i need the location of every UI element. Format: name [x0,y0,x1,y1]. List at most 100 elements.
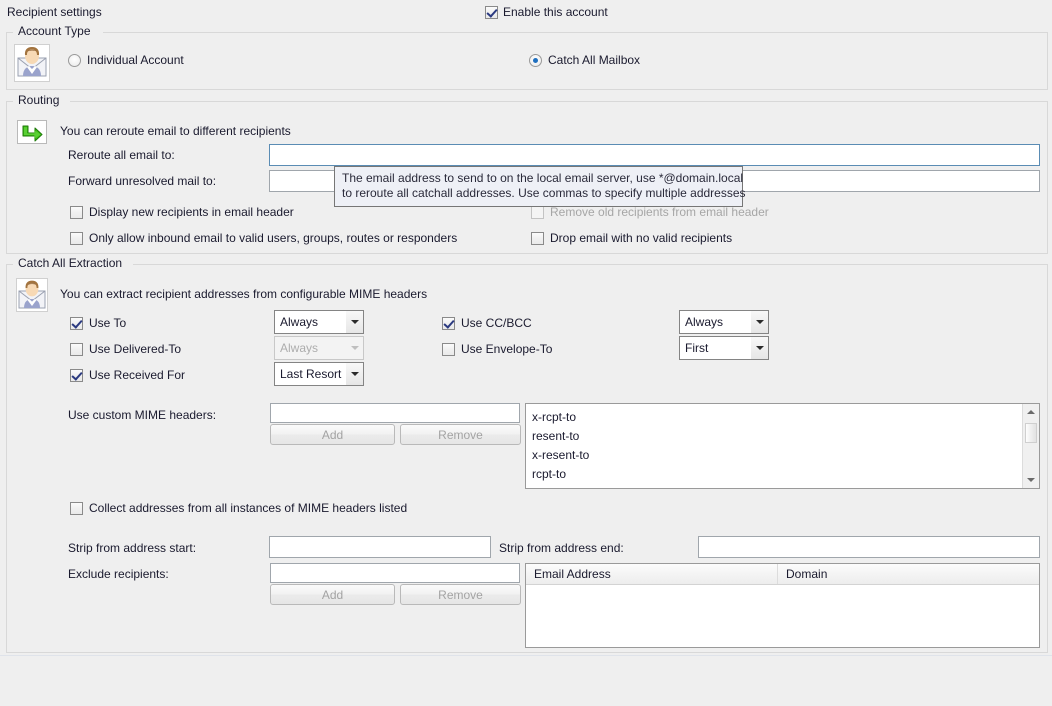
dropdown-use-received-for-mode[interactable]: Last Resort [274,362,364,386]
checkbox-collect-all-instances[interactable]: Collect addresses from all instances of … [70,501,407,515]
forward-unresolved-mail-label: Forward unresolved mail to: [68,174,216,188]
strip-from-address-start-field[interactable] [270,537,490,557]
custom-mime-headers-label: Use custom MIME headers: [68,408,216,422]
mime-headers-list: x-rcpt-to resent-to x-resent-to rcpt-to [526,404,1022,484]
dropdown-use-to-mode[interactable]: Always [274,310,364,334]
green-arrow-right-icon [17,120,47,147]
routing-description: You can reroute email to different recip… [60,124,291,138]
list-item[interactable]: x-resent-to [532,446,1022,465]
user-envelope-icon [14,44,50,85]
checkbox-use-envelope-to-label: Use Envelope-To [461,342,552,356]
chevron-down-icon [751,311,768,333]
routing-group-title: Routing [15,93,62,107]
checkbox-glyph [70,502,83,515]
radio-glyph [68,54,81,67]
checkbox-glyph [531,206,544,219]
scroll-down-icon[interactable] [1023,472,1039,488]
checkbox-glyph [70,369,83,382]
scroll-up-icon[interactable] [1023,404,1039,420]
radio-catch-all-mailbox[interactable]: Catch All Mailbox [529,53,640,67]
extraction-description: You can extract recipient addresses from… [60,287,427,301]
checkbox-use-cc-bcc-label: Use CC/BCC [461,316,532,330]
scrollbar-thumb[interactable] [1025,423,1037,443]
checkbox-use-envelope-to[interactable]: Use Envelope-To [442,342,552,356]
exclude-recipients-label: Exclude recipients: [68,567,169,581]
radio-catch-all-mailbox-label: Catch All Mailbox [548,53,640,67]
checkbox-only-allow-inbound[interactable]: Only allow inbound email to valid users,… [70,231,457,245]
checkbox-display-new-recipients[interactable]: Display new recipients in email header [70,205,294,219]
dropdown-use-delivered-to-mode-value: Always [275,341,346,355]
checkbox-glyph [70,317,83,330]
checkbox-glyph [531,232,544,245]
tooltip-line-1: The email address to send to on the loca… [342,171,736,186]
list-item[interactable]: resent-to [532,427,1022,446]
remove-exclude-recipient-button[interactable]: Remove [400,584,521,605]
checkbox-remove-old-recipients: Remove old recipients from email header [531,205,769,219]
column-header-email-address[interactable]: Email Address [526,564,778,584]
add-exclude-recipient-button[interactable]: Add [270,584,395,605]
dropdown-use-envelope-to-mode[interactable]: First [679,336,769,360]
reroute-all-email-field[interactable] [270,145,1039,165]
dropdown-use-envelope-to-mode-value: First [680,341,751,355]
checkbox-use-to[interactable]: Use To [70,316,126,330]
checkbox-use-cc-bcc[interactable]: Use CC/BCC [442,316,532,330]
checkbox-use-received-for-label: Use Received For [89,368,185,382]
checkbox-use-received-for[interactable]: Use Received For [70,368,185,382]
tooltip-line-2: to reroute all catchall addresses. Use c… [342,186,736,201]
table-header-row: Email Address Domain [526,564,1039,585]
strip-from-address-end-label: Strip from address end: [499,541,624,555]
reroute-tooltip: The email address to send to on the loca… [334,166,743,207]
catch-all-extraction-group-title: Catch All Extraction [15,256,125,270]
custom-mime-headers-input[interactable] [270,403,520,423]
listbox-scrollbar[interactable] [1022,404,1039,488]
top-bar: Recipient settings Enable this account [0,0,1052,26]
checkbox-remove-old-recipients-label: Remove old recipients from email header [550,205,769,219]
reroute-all-email-input[interactable] [269,144,1040,166]
checkbox-glyph [70,343,83,356]
strip-from-address-start-input[interactable] [269,536,491,558]
checkbox-glyph [442,343,455,356]
page-title: Recipient settings [7,5,102,19]
checkbox-use-to-label: Use To [89,316,126,330]
checkbox-only-allow-inbound-label: Only allow inbound email to valid users,… [89,231,457,245]
checkbox-drop-email-no-valid-recipients[interactable]: Drop email with no valid recipients [531,231,732,245]
list-item[interactable]: x-rcpt-to [532,408,1022,427]
custom-mime-headers-field[interactable] [271,404,519,422]
checkbox-glyph [70,206,83,219]
mime-headers-listbox[interactable]: x-rcpt-to resent-to x-resent-to rcpt-to [525,403,1040,489]
column-header-domain[interactable]: Domain [778,564,1039,584]
reroute-all-email-label: Reroute all email to: [68,148,175,162]
dropdown-use-delivered-to-mode: Always [274,336,364,360]
radio-individual-account[interactable]: Individual Account [68,53,184,67]
exclude-recipients-table[interactable]: Email Address Domain [525,563,1040,648]
dropdown-use-received-for-mode-value: Last Resort [275,367,346,381]
checkbox-glyph [70,232,83,245]
checkbox-collect-all-instances-label: Collect addresses from all instances of … [89,501,407,515]
radio-individual-account-label: Individual Account [87,53,184,67]
remove-mime-header-button[interactable]: Remove [400,424,521,445]
enable-account-checkbox[interactable]: Enable this account [485,5,608,19]
checkbox-drop-email-no-valid-recipients-label: Drop email with no valid recipients [550,231,732,245]
checkbox-display-new-recipients-label: Display new recipients in email header [89,205,294,219]
checkbox-glyph [442,317,455,330]
checkbox-glyph [485,6,498,19]
chevron-down-icon [346,363,363,385]
user-envelope-icon [16,278,48,315]
radio-glyph [529,54,542,67]
strip-from-address-end-field[interactable] [699,537,1039,557]
chevron-down-icon [346,337,363,359]
add-mime-header-button[interactable]: Add [270,424,395,445]
strip-from-address-end-input[interactable] [698,536,1040,558]
panel-bottom-edge [0,655,1052,656]
strip-from-address-start-label: Strip from address start: [68,541,196,555]
dropdown-use-cc-bcc-mode-value: Always [680,315,751,329]
checkbox-use-delivered-to[interactable]: Use Delivered-To [70,342,181,356]
recipient-settings-page: Recipient settings Enable this account A… [0,0,1052,706]
chevron-down-icon [346,311,363,333]
dropdown-use-cc-bcc-mode[interactable]: Always [679,310,769,334]
list-item[interactable]: rcpt-to [532,465,1022,484]
account-type-group-title: Account Type [15,24,94,38]
dropdown-use-to-mode-value: Always [275,315,346,329]
exclude-recipients-field[interactable] [271,564,519,582]
exclude-recipients-input[interactable] [270,563,520,583]
